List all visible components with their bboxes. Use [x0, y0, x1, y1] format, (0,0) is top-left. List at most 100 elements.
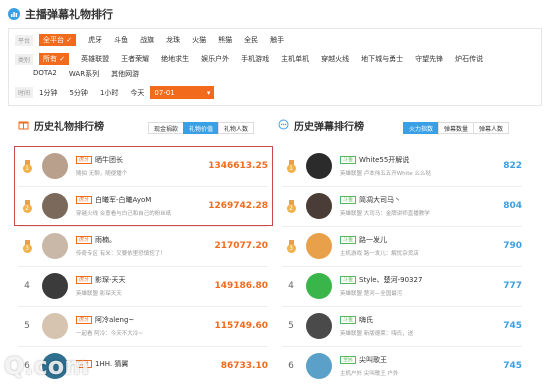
rank-value: 745 [503, 361, 522, 371]
streamer-info: 斗鱼 Style、楚河-90327 英雄联盟 楚河—全国最污 [340, 275, 460, 297]
danmu-panel-title: 历史弹幕排行榜 [294, 122, 364, 133]
rank-value: 217077.20 [214, 241, 268, 251]
rank: 6 [282, 361, 300, 371]
avatar[interactable] [42, 233, 68, 259]
avatar[interactable] [42, 273, 68, 299]
avatar[interactable] [306, 313, 332, 339]
category-option[interactable]: 其他网游 [111, 69, 139, 79]
danmu-ranking-panel: 历史弹幕排行榜 [278, 118, 364, 133]
list-item[interactable]: 3 虎牙 雨楠。传奇专区 有米：又要依里恐慎挖了！ 217077.20 [18, 226, 268, 266]
rank: 3 [282, 239, 300, 253]
streamer-info: 斗鱼 嗨氏 英雄联盟 新版德莱：嗨氏，送 [340, 315, 460, 337]
platform-option[interactable]: 虎牙 [88, 35, 102, 45]
category-option[interactable]: 穿越火线 [321, 54, 349, 64]
category-option[interactable]: 炉石传说 [455, 54, 483, 64]
time-option[interactable]: 1小时 [100, 88, 118, 98]
platform-badge: 全民 [340, 356, 357, 364]
platform-option[interactable]: 熊猫 [218, 35, 232, 45]
time-label: 时间 [15, 87, 33, 98]
streamer-name[interactable]: 尖叫歌王 [359, 355, 387, 365]
list-item[interactable]: 3 斗鱼 路一发儿 主机游戏 路一发儿：解忧杂货店 790 [282, 226, 522, 266]
category-option[interactable]: DOTA2 [33, 69, 57, 79]
streamer-name[interactable]: 简凋大司马丶 [359, 195, 401, 205]
time-filter-row: 时间 1分钟 5分钟 1小时 今天 07-01 ▾ [9, 86, 215, 99]
rank: 1 [282, 159, 300, 173]
rank-value: 149186.80 [214, 281, 268, 291]
gift-panel-title: 历史礼物排行榜 [34, 122, 104, 133]
streamer-info: 虎牙 雨楠。传奇专区 有米：又要依里恐慎挖了！ [76, 235, 196, 257]
category-option[interactable]: 娱乐户外 [201, 54, 229, 64]
platform-badge: 斗鱼 [340, 236, 357, 244]
category-option[interactable]: 王者荣耀 [121, 54, 149, 64]
streamer-desc: 英雄联盟 影琛天天 [76, 291, 122, 297]
rank-value: 790 [503, 241, 522, 251]
category-option[interactable]: 绝地求生 [161, 54, 189, 64]
list-item[interactable]: 5 斗鱼 嗨氏 英雄联盟 新版德莱：嗨氏，送 745 [282, 306, 522, 346]
category-option[interactable]: 地下城与勇士 [361, 54, 403, 64]
streamer-desc: 主机户外 尖叫歌王 户外 [340, 371, 399, 377]
platform-option-selected[interactable]: 全平台 ✓ [39, 34, 77, 46]
tab-danmu-count[interactable]: 弹幕数量 [438, 122, 475, 134]
avatar[interactable] [306, 353, 332, 379]
danmu-tabs: 火力指数 弹幕数量 弹幕人数 [403, 122, 510, 134]
streamer-desc: 英雄联盟 卢本伟五五开White 么么哒 [340, 171, 431, 177]
list-item[interactable]: 2 斗鱼 简凋大司马丶 英雄联盟 大司马：金牌讲师直播教学 804 [282, 186, 522, 226]
platform-badge: 斗鱼 [340, 316, 357, 324]
streamer-name[interactable]: 路一发儿 [359, 235, 387, 245]
category-option[interactable]: 守望先锋 [415, 54, 443, 64]
rank-value: 115749.60 [214, 321, 268, 331]
list-item[interactable]: 1 斗鱼 White55开解说 英雄联盟 卢本伟五五开White 么么哒 822 [282, 146, 522, 186]
category-option[interactable]: 英雄联盟 [81, 54, 109, 64]
tab-gift-value[interactable]: 礼物价值 [183, 122, 220, 134]
rank: 5 [18, 321, 36, 331]
streamer-name[interactable]: 1HH. 猜翼 [95, 359, 128, 369]
category-option[interactable]: WAR系列 [69, 69, 99, 79]
list-item[interactable]: 5 虎牙 阿冷aleng~ 一起看 阿冷：今天不大冷~ 115749.60 [18, 306, 268, 346]
streamer-name[interactable]: 阿冷aleng~ [95, 315, 134, 325]
category-option-selected[interactable]: 所有 ✓ [39, 53, 70, 65]
gift-icon [18, 119, 29, 132]
streamer-name[interactable]: Style、楚河-90327 [359, 275, 422, 285]
rank-value: 804 [503, 201, 522, 211]
platform-option[interactable]: 战旗 [140, 35, 154, 45]
platform-option[interactable]: 龙珠 [166, 35, 180, 45]
tab-gift-count[interactable]: 礼物人数 [218, 122, 255, 134]
time-option[interactable]: 5分钟 [69, 88, 87, 98]
tab-cash-donation[interactable]: 现金捐款 [148, 122, 185, 134]
streamer-name[interactable]: 影琛-天天 [95, 275, 126, 285]
streamer-name[interactable]: 雨楠。 [95, 235, 116, 245]
avatar[interactable] [306, 193, 332, 219]
platform-badge: 虎牙 [76, 316, 93, 324]
platform-option[interactable]: 火猫 [192, 35, 206, 45]
medal-icon: 1 [286, 159, 296, 173]
list-item[interactable]: 6 全民 尖叫歌王主机户外 尖叫歌王 户外 745 [282, 346, 522, 386]
avatar[interactable] [306, 153, 332, 179]
medal-icon: 2 [286, 199, 296, 213]
page-title: 主播弹幕礼物排行 [25, 8, 113, 21]
avatar[interactable] [306, 233, 332, 259]
rank: 3 [18, 239, 36, 253]
page-header: 主播弹幕礼物排行 [8, 4, 113, 24]
streamer-name[interactable]: White55开解说 [359, 155, 409, 165]
tab-danmu-users[interactable]: 弹幕人数 [473, 122, 510, 134]
streamer-name[interactable]: 嗨氏 [359, 315, 373, 325]
category-option[interactable]: 主机单机 [281, 54, 309, 64]
date-picker[interactable]: 07-01 ▾ [150, 86, 215, 99]
avatar[interactable] [306, 273, 332, 299]
platform-option[interactable]: 全民 [244, 35, 258, 45]
time-option[interactable]: 今天 [130, 88, 144, 98]
list-item[interactable]: 4 斗鱼 Style、楚河-90327 英雄联盟 楚河—全国最污 777 [282, 266, 522, 306]
rank: 2 [282, 199, 300, 213]
avatar[interactable] [42, 313, 68, 339]
danmu-panel-header: 历史弹幕排行榜 [278, 118, 364, 133]
platform-option[interactable]: 斗鱼 [114, 35, 128, 45]
list-item[interactable]: 4 虎牙 影琛-天天 英雄联盟 影琛天天 149186.80 [18, 266, 268, 306]
chart-icon [8, 8, 20, 20]
medal-icon: 3 [286, 239, 296, 253]
time-option[interactable]: 1分钟 [39, 88, 57, 98]
streamer-desc: 传奇专区 有米：又要依里恐慎挖了！ [76, 251, 166, 257]
category-option[interactable]: 手机游戏 [241, 54, 269, 64]
platform-badge: 虎牙 [76, 236, 93, 244]
tab-firepower[interactable]: 火力指数 [403, 122, 440, 134]
platform-option[interactable]: 触手 [270, 35, 284, 45]
